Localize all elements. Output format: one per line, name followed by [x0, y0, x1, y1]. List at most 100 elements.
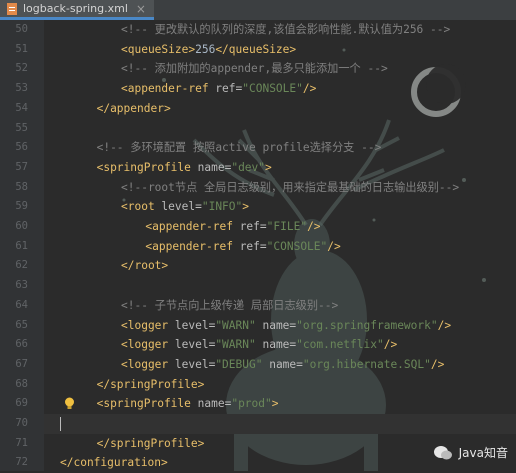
code-line[interactable]: 53 <appender-ref ref="CONSOLE"/>	[0, 79, 516, 99]
code-text: </root>	[121, 256, 168, 276]
line-number: 61	[15, 239, 28, 252]
code-token: "INFO"	[201, 200, 243, 214]
code-token: <!-- 多环境配置 按照active profile选择分支 -->	[96, 141, 382, 155]
code-token: "org.hibernate.SQL"	[302, 357, 431, 371]
lightbulb-icon[interactable]	[64, 397, 75, 410]
code-token: />	[302, 82, 317, 96]
code-line[interactable]: 61 <appender-ref ref="CONSOLE"/>	[0, 237, 516, 257]
code-text: <root level="INFO">	[121, 197, 249, 217]
line-number: 56	[15, 141, 28, 154]
code-line[interactable]: 69 <springProfile name="prod">	[0, 394, 516, 414]
code-token: </springProfile>	[96, 436, 205, 450]
code-token: </springProfile>	[96, 377, 205, 391]
code-token: <!-- 更改默认的队列的深度,该值会影响性能.默认值为256 -->	[121, 23, 451, 36]
code-line[interactable]: 70	[15, 414, 516, 434]
code-token: level=	[174, 357, 216, 371]
code-token: >	[242, 200, 250, 214]
code-line[interactable]: 56 <!-- 多环境配置 按照active profile选择分支 -->	[0, 138, 516, 158]
code-line[interactable]: 60 <appender-ref ref="FILE"/>	[0, 217, 516, 237]
code-token: />	[383, 338, 398, 352]
code-text: <appender-ref ref="FILE"/>	[145, 217, 320, 237]
tab-filename: logback-spring.xml	[23, 2, 128, 15]
code-line[interactable]: 66 <logger level="WARN" name="com.netflix…	[0, 335, 516, 355]
code-token: <logger	[121, 357, 175, 371]
code-text: <logger level="WARN" name="org.springfra…	[121, 316, 451, 336]
code-token: <queueSize>	[121, 42, 196, 56]
line-number: 70	[15, 417, 28, 429]
code-line[interactable]: 67 <logger level="DEBUG" name="org.hibern…	[0, 355, 516, 375]
line-number: 68	[15, 377, 28, 390]
code-line[interactable]: 58 <!--root节点 全局日志级别，用来指定最基础的日志输出级别-->	[0, 178, 516, 198]
code-line[interactable]: 62 </root>	[0, 256, 516, 276]
code-line[interactable]: 55	[0, 119, 516, 139]
code-token: <!--root节点 全局日志级别，用来指定最基础的日志输出级别-->	[121, 180, 460, 194]
line-number: 54	[15, 101, 28, 114]
close-tab-icon[interactable]: ×	[136, 2, 146, 16]
code-line[interactable]: 63	[0, 276, 516, 296]
line-number: 53	[15, 82, 28, 95]
line-number: 63	[15, 279, 28, 292]
code-text: <logger level="DEBUG" name="org.hibernat…	[121, 355, 444, 375]
line-number: 69	[15, 397, 28, 410]
code-line[interactable]: 64 <!-- 子节点向上级传递 局部日志级别-->	[0, 296, 516, 316]
code-token: level=	[174, 318, 216, 332]
code-token: <springProfile	[96, 160, 198, 174]
code-text: <queueSize>256</queueSize>	[121, 40, 296, 60]
code-token: />	[437, 318, 452, 332]
code-token: />	[307, 220, 321, 233]
code-token: name=	[197, 160, 232, 174]
code-line[interactable]: 50 <!-- 更改默认的队列的深度,该值会影响性能.默认值为256 -->	[0, 20, 516, 40]
code-token: <root	[121, 200, 162, 214]
code-text: <appender-ref ref="CONSOLE"/>	[145, 237, 340, 257]
line-number: 62	[15, 259, 28, 272]
code-line[interactable]: 54 </appender>	[0, 99, 516, 119]
code-line[interactable]: 51 <queueSize>256</queueSize>	[0, 40, 516, 60]
code-token: ref=	[239, 220, 267, 233]
code-token: "prod"	[231, 397, 272, 411]
line-number: 64	[15, 298, 28, 311]
code-token: name=	[197, 397, 232, 411]
code-text: <springProfile name="dev">	[97, 158, 272, 178]
code-token: "com.netflix"	[296, 338, 384, 352]
code-token: 256	[195, 42, 216, 56]
code-token: <logger	[121, 318, 175, 332]
code-line[interactable]: 59 <root level="INFO">	[0, 197, 516, 217]
line-number: 67	[15, 357, 28, 370]
xml-file-icon	[7, 2, 17, 15]
line-number: 52	[15, 62, 28, 75]
code-token: name=	[262, 338, 297, 352]
code-text: <!-- 多环境配置 按照active profile选择分支 -->	[97, 138, 382, 158]
code-line[interactable]: 52 <!-- 添加附加的appender,最多只能添加一个 -->	[0, 59, 516, 79]
line-number: 60	[15, 220, 28, 232]
code-token: <appender-ref	[145, 220, 240, 233]
code-text: <!-- 子节点向上级传递 局部日志级别-->	[121, 296, 338, 316]
code-token: "DEBUG"	[215, 357, 270, 371]
code-token: level=	[174, 338, 216, 352]
line-number: 51	[15, 42, 28, 55]
code-text: <!--root节点 全局日志级别，用来指定最基础的日志输出级别-->	[121, 178, 459, 198]
code-token: />	[430, 357, 445, 371]
wechat-icon	[433, 445, 452, 459]
code-text: </configuration>	[60, 453, 168, 473]
line-number: 66	[15, 338, 28, 351]
code-text: <!-- 添加附加的appender,最多只能添加一个 -->	[121, 59, 388, 79]
line-number: 55	[15, 121, 28, 134]
watermark-text: Java知音	[458, 446, 508, 460]
editor-tab-bar: logback-spring.xml ×	[0, 0, 516, 21]
code-token: <!-- 添加附加的appender,最多只能添加一个 -->	[121, 62, 388, 76]
file-tab[interactable]: logback-spring.xml ×	[0, 0, 154, 20]
code-token: ref=	[239, 239, 267, 253]
code-token: </root>	[121, 259, 169, 273]
code-token: "dev"	[231, 160, 266, 174]
code-line[interactable]: 65 <logger level="WARN" name="org.springf…	[0, 316, 516, 336]
code-line[interactable]: 57 <springProfile name="dev">	[0, 158, 516, 178]
code-token: "CONSOLE"	[266, 239, 328, 253]
code-token: </configuration>	[60, 456, 168, 470]
code-token: <!-- 子节点向上级传递 局部日志级别-->	[121, 298, 339, 312]
code-text: <appender-ref ref="CONSOLE"/>	[121, 79, 316, 99]
code-token: "FILE"	[266, 220, 308, 233]
code-line[interactable]: 68 </springProfile>	[0, 375, 516, 395]
code-token: level=	[161, 200, 202, 214]
line-number: 50	[15, 23, 28, 35]
code-token: <springProfile	[96, 397, 198, 411]
